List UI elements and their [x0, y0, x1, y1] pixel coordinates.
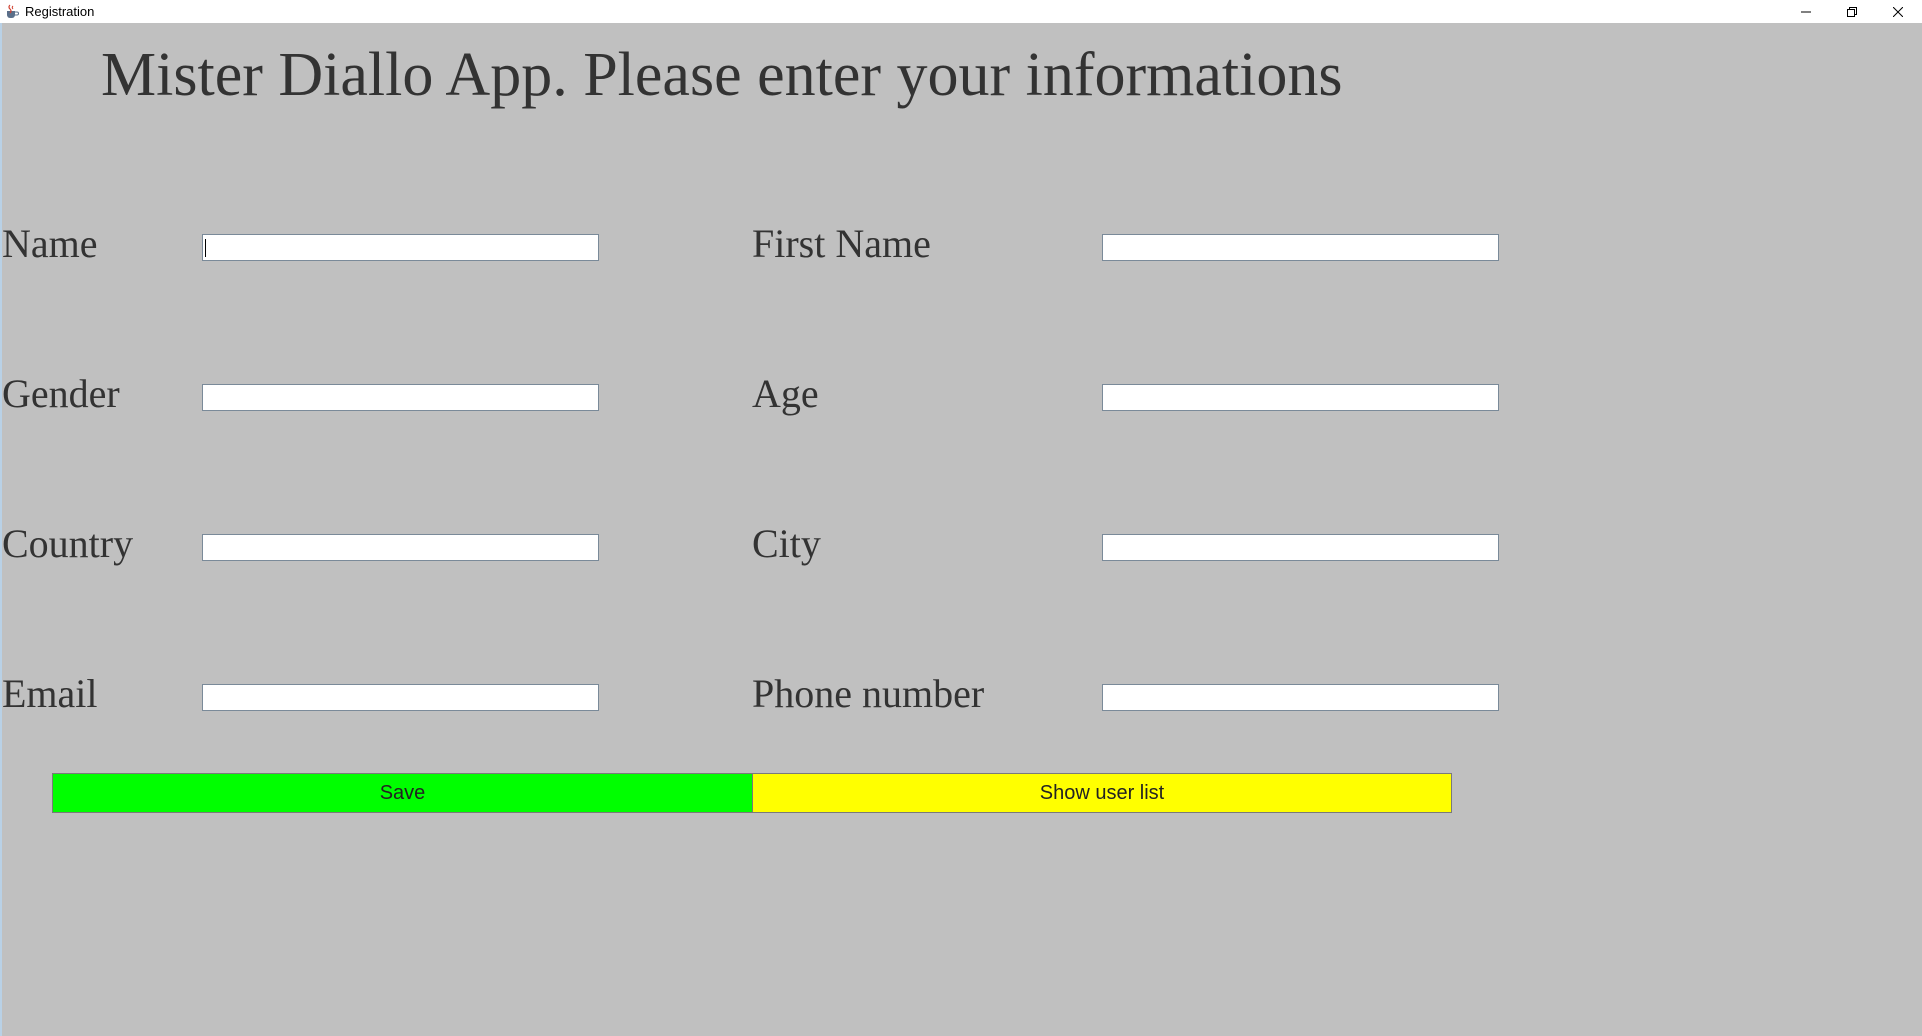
email-field[interactable]: [202, 684, 599, 711]
age-field[interactable]: [1102, 384, 1499, 411]
save-button[interactable]: Save: [52, 773, 753, 813]
close-icon: [1892, 6, 1903, 17]
country-label: Country: [2, 521, 134, 566]
registration-window: Registration Mister Diallo App. Please e…: [0, 0, 1922, 1036]
name-field[interactable]: [202, 234, 599, 261]
city-field[interactable]: [1102, 534, 1499, 561]
phone-number-field[interactable]: [1102, 684, 1499, 711]
gender-label: Gender: [2, 371, 120, 416]
first-name-label: First Name: [752, 221, 931, 266]
age-label: Age: [752, 371, 819, 416]
save-button-label: Save: [379, 781, 426, 804]
text-caret: [205, 239, 206, 257]
window-title: Registration: [25, 4, 95, 19]
restore-button[interactable]: [1829, 0, 1874, 23]
name-label: Name: [2, 221, 98, 266]
phone-number-label: Phone number: [752, 671, 985, 716]
minimize-icon: [1800, 7, 1811, 17]
minimize-button[interactable]: [1783, 0, 1828, 23]
restore-icon: [1846, 6, 1857, 17]
java-cup-icon: [4, 4, 20, 19]
country-field[interactable]: [202, 534, 599, 561]
city-label: City: [752, 521, 821, 566]
show-user-list-button-label: Show user list: [1039, 781, 1165, 804]
close-button[interactable]: [1875, 0, 1920, 23]
email-label: Email: [2, 671, 98, 716]
first-name-field[interactable]: [1102, 234, 1499, 261]
page-title: Mister Diallo App. Please enter your inf…: [101, 41, 1343, 109]
gender-field[interactable]: [202, 384, 599, 411]
show-user-list-button[interactable]: Show user list: [752, 773, 1452, 813]
title-bar[interactable]: Registration: [0, 0, 1922, 23]
